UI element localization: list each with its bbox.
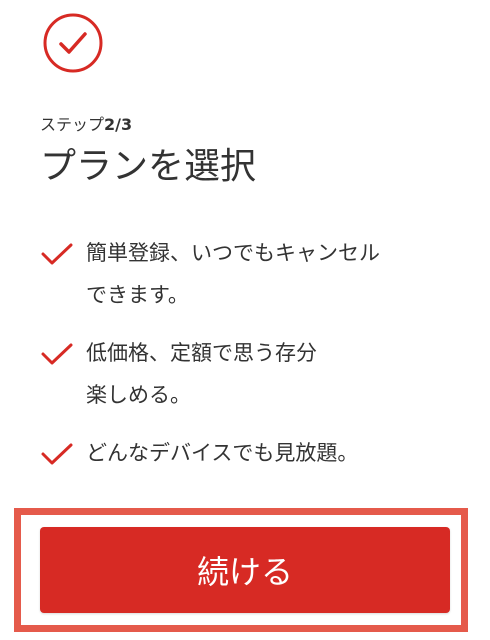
- benefit-text-line1: 低価格、定額で思う存分: [86, 341, 317, 365]
- step-prefix: ステップ: [40, 115, 105, 134]
- benefits-list: 簡単登録、いつでもキャンセル できます。 低価格、定額で思う存分 楽しめる。 ど…: [40, 232, 470, 474]
- benefit-item: 簡単登録、いつでもキャンセル できます。: [40, 232, 470, 316]
- benefit-text-line2: できます。: [86, 283, 189, 307]
- benefit-text-line2: 楽しめる。: [86, 383, 191, 407]
- benefit-text-line1: どんなデバイスでも見放題。: [86, 441, 359, 465]
- benefit-item: 低価格、定額で思う存分 楽しめる。: [40, 332, 470, 416]
- page-title: プランを選択: [40, 146, 257, 187]
- checkmark-icon: [40, 440, 74, 466]
- checkmark-icon: [40, 340, 74, 366]
- continue-button[interactable]: 続ける: [40, 527, 450, 613]
- check-circle-icon: [42, 12, 104, 74]
- benefit-text-line1: 簡単登録、いつでもキャンセル: [86, 241, 380, 265]
- checkmark-icon: [40, 240, 74, 266]
- step-indicator: ステップ2/3: [40, 111, 132, 135]
- step-number: 2/3: [104, 115, 133, 134]
- benefit-item: どんなデバイスでも見放題。: [40, 432, 470, 474]
